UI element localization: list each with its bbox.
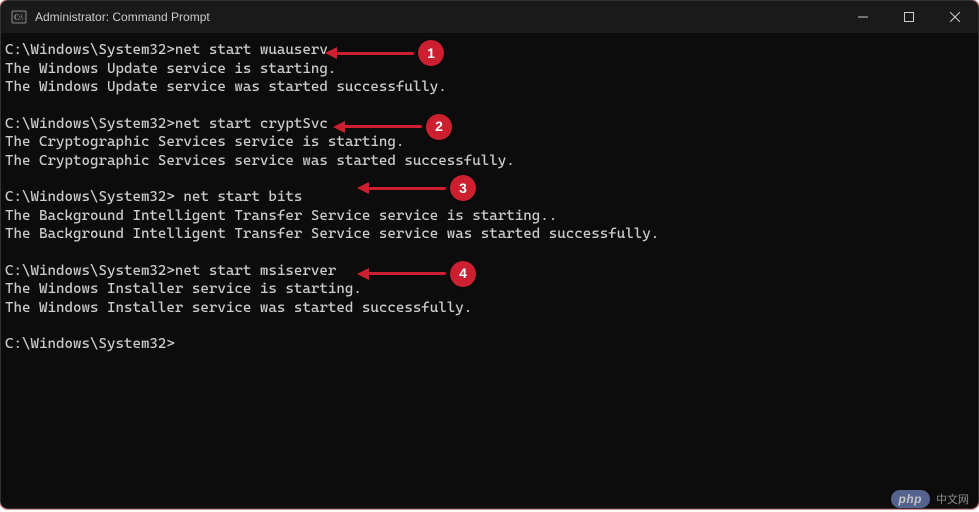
close-button[interactable]	[932, 1, 978, 33]
titlebar-left: C:\ Administrator: Command Prompt	[11, 9, 210, 25]
watermark-text: 中文网	[936, 491, 969, 507]
window-title: Administrator: Command Prompt	[35, 10, 210, 24]
command-line: C:\Windows\System32>net start msiserver	[5, 262, 974, 281]
output-line: The Cryptographic Services service was s…	[5, 152, 974, 171]
output-line: The Windows Installer service is startin…	[5, 280, 974, 299]
php-logo-pill: php	[891, 490, 931, 508]
output-line: The Windows Update service is starting.	[5, 60, 974, 79]
minimize-button[interactable]	[840, 1, 886, 33]
cmd-icon: C:\	[11, 9, 27, 25]
command-line: C:\Windows\System32> net start bits	[5, 188, 974, 207]
output-line: The Windows Update service was started s…	[5, 78, 974, 97]
svg-text:C:\: C:\	[14, 14, 23, 22]
prompt-line: C:\Windows\System32>	[5, 335, 974, 354]
titlebar[interactable]: C:\ Administrator: Command Prompt	[1, 1, 978, 33]
command-block-1: C:\Windows\System32>net start wuauservTh…	[5, 41, 974, 97]
output-line: The Background Intelligent Transfer Serv…	[5, 207, 974, 226]
command-prompt-window: C:\ Administrator: Command Prompt C:\Win…	[0, 0, 979, 509]
terminal-output[interactable]: C:\Windows\System32>net start wuauservTh…	[1, 33, 978, 508]
command-line: C:\Windows\System32>net start cryptSvc	[5, 115, 974, 134]
window-controls	[840, 1, 978, 33]
output-line: The Windows Installer service was starte…	[5, 299, 974, 318]
watermark: php 中文网	[891, 490, 970, 508]
command-line: C:\Windows\System32>net start wuauserv	[5, 41, 974, 60]
output-line: The Cryptographic Services service is st…	[5, 133, 974, 152]
command-block-3: C:\Windows\System32> net start bitsThe B…	[5, 188, 974, 244]
command-block-4: C:\Windows\System32>net start msiserverT…	[5, 262, 974, 318]
output-line: The Background Intelligent Transfer Serv…	[5, 225, 974, 244]
command-block-2: C:\Windows\System32>net start cryptSvcTh…	[5, 115, 974, 171]
maximize-button[interactable]	[886, 1, 932, 33]
